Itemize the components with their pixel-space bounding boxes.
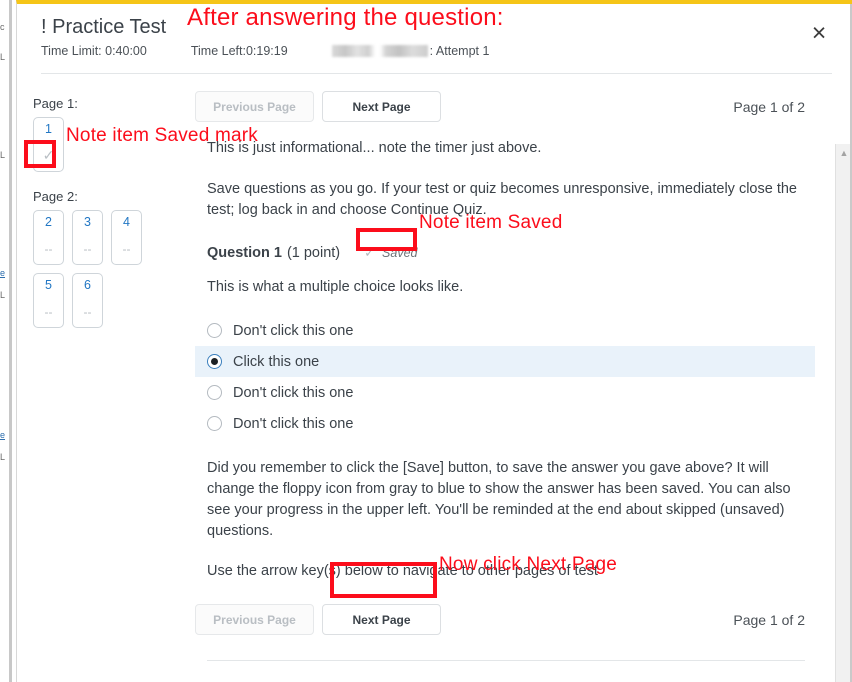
saved-check-icon: ✓: [42, 147, 55, 163]
answer-option-4[interactable]: Don't click this one: [195, 408, 815, 439]
question-number: Question 1: [207, 245, 282, 261]
question-tile-6[interactable]: 6 --: [72, 273, 103, 328]
radio-icon-selected[interactable]: [207, 354, 222, 369]
background-fragment: L: [0, 290, 6, 300]
quiz-body: Page 1: 1 ✓ Page 2: 2 -- 3 -- 4 -- 5 -- …: [17, 74, 852, 682]
question-header: Question 1 (1 point) ✓ Saved: [207, 245, 815, 261]
pager-bottom: Previous Page Next Page Page 1 of 2: [195, 604, 815, 635]
nav-page2-tiles-row1: 2 -- 3 -- 4 --: [33, 210, 195, 265]
background-fragment: L: [0, 52, 6, 62]
quiz-content: Previous Page Next Page Page 1 of 2 This…: [195, 74, 815, 682]
question-tile-number: 5: [45, 278, 52, 292]
background-fragment: L: [0, 452, 6, 462]
question-tile-number: 2: [45, 215, 52, 229]
time-limit: Time Limit: 0:40:00: [41, 44, 147, 58]
answer-label: Don't click this one: [233, 384, 354, 401]
annotation-next-page: Now click Next Page: [439, 554, 618, 575]
annotation-saved-item: Note item Saved: [419, 212, 563, 233]
pager-top: Previous Page Next Page Page 1 of 2: [195, 74, 815, 122]
nav-page1-label: Page 1:: [33, 96, 78, 111]
answer-option-3[interactable]: Don't click this one: [195, 377, 815, 408]
answer-label: Click this one: [233, 353, 320, 370]
next-page-button-bottom[interactable]: Next Page: [322, 604, 441, 635]
next-page-button-top[interactable]: Next Page: [322, 91, 441, 122]
background-fragment: e: [0, 430, 6, 440]
unanswered-dash-icon: --: [83, 305, 92, 319]
intro-paragraph-1: This is just informational... note the t…: [207, 140, 542, 156]
answer-label: Don't click this one: [233, 415, 354, 432]
question-prompt: This is what a multiple choice looks lik…: [207, 279, 464, 295]
question-tile-5[interactable]: 5 --: [33, 273, 64, 328]
footer-divider: [207, 660, 805, 661]
background-page-edge: [9, 0, 12, 682]
quiz-meta: Time Limit: 0:40:00 Time Left:0:19:19 : …: [41, 44, 832, 58]
background-fragment: L: [0, 150, 6, 160]
page-title: ! Practice Test: [41, 16, 167, 38]
background-page-strip: c L L e L e L: [0, 0, 16, 682]
quiz-modal: ! Practice Test Time Limit: 0:40:00 Time…: [16, 0, 852, 682]
attempt-label: : Attempt 1: [429, 44, 490, 58]
radio-icon[interactable]: [207, 416, 222, 431]
answer-option-2[interactable]: Click this one: [195, 346, 815, 377]
attempt-info: : Attempt 1: [331, 44, 490, 58]
previous-page-button-top[interactable]: Previous Page: [195, 91, 314, 122]
annotation-after-answering: After answering the question:: [187, 4, 504, 31]
check-icon: ✓: [364, 245, 376, 260]
question-tile-3[interactable]: 3 --: [72, 210, 103, 265]
background-fragment: c: [0, 22, 5, 32]
question-tile-number: 4: [123, 215, 130, 229]
question-tile-number: 6: [84, 278, 91, 292]
time-left: Time Left:0:19:19: [190, 44, 288, 58]
status-badge: ✓ Saved: [364, 245, 417, 261]
page-count-top: Page 1 of 2: [733, 98, 805, 115]
nav-page2-tiles-row2: 5 -- 6 --: [33, 273, 195, 328]
unanswered-dash-icon: --: [83, 242, 92, 256]
answer-option-1[interactable]: Don't click this one: [195, 315, 815, 346]
close-icon[interactable]: ×: [804, 18, 834, 48]
background-fragment: e: [0, 268, 6, 278]
saved-label: Saved: [382, 246, 418, 260]
answer-list: Don't click this one Click this one Don'…: [195, 315, 815, 439]
nav-page2-label: Page 2:: [33, 189, 78, 204]
page-count-bottom: Page 1 of 2: [733, 611, 805, 628]
scrollbar-thumb[interactable]: [838, 164, 850, 464]
screenshot-root: c L L e L e L ! Practice Test Time Limit…: [0, 0, 852, 682]
answer-label: Don't click this one: [233, 322, 354, 339]
unanswered-dash-icon: --: [44, 242, 53, 256]
radio-icon[interactable]: [207, 323, 222, 338]
unanswered-dash-icon: --: [122, 242, 131, 256]
radio-icon[interactable]: [207, 385, 222, 400]
question-tile-number: 3: [84, 215, 91, 229]
question-tile-1[interactable]: 1 ✓: [33, 117, 64, 172]
unanswered-dash-icon: --: [44, 305, 53, 319]
question-points: (1 point): [286, 245, 341, 261]
redacted-student-name: [331, 45, 428, 57]
body-paragraph-3: Did you remember to click the [Save] but…: [207, 460, 791, 539]
question-tile-4[interactable]: 4 --: [111, 210, 142, 265]
previous-page-button-bottom[interactable]: Previous Page: [195, 604, 314, 635]
question-tile-number: 1: [45, 122, 52, 136]
question-tile-2[interactable]: 2 --: [33, 210, 64, 265]
annotation-saved-mark: Note item Saved mark: [66, 125, 258, 146]
